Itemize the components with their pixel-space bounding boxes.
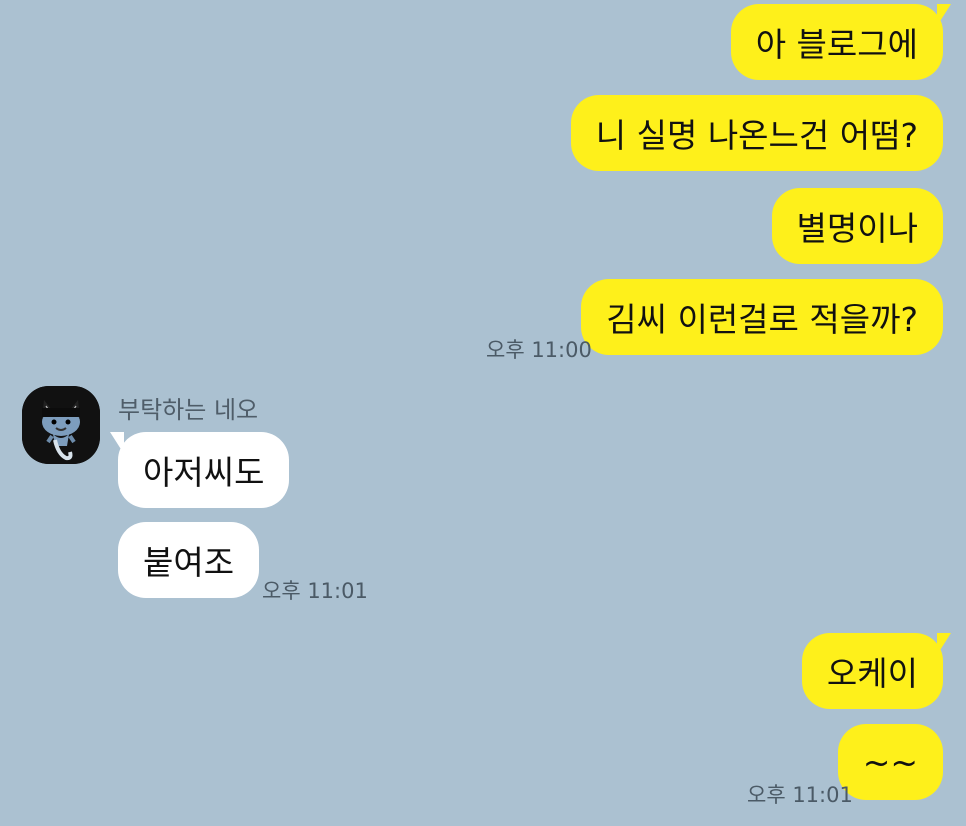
their-message-bubble[interactable]: 붙여조 <box>118 522 260 598</box>
their-message-bubble[interactable]: 아저씨도 <box>109 432 290 508</box>
neo-cat-character-icon <box>22 386 100 464</box>
message-timestamp: 오후 11:01 <box>747 783 853 807</box>
message-timestamp: 오후 11:00 <box>486 338 592 362</box>
my-message-bubble[interactable]: ~~ <box>837 724 943 800</box>
my-message-bubble[interactable]: 김씨 이런걸로 적을까? <box>581 279 943 355</box>
my-message-bubble[interactable]: 아 블로그에 <box>730 4 952 80</box>
avatar[interactable] <box>22 386 100 464</box>
my-message-bubble[interactable]: 니 실명 나온느건 어떰? <box>570 95 943 171</box>
message-timestamp: 오후 11:01 <box>262 579 368 603</box>
chat-room: 아 블로그에 니 실명 나온느건 어떰? 별명이나 김씨 이런걸로 적을까? 오… <box>0 0 966 826</box>
my-message-bubble[interactable]: 별명이나 <box>771 188 943 264</box>
my-message-bubble[interactable]: 오케이 <box>801 633 952 709</box>
sender-name: 부탁하는 네오 <box>118 396 259 424</box>
